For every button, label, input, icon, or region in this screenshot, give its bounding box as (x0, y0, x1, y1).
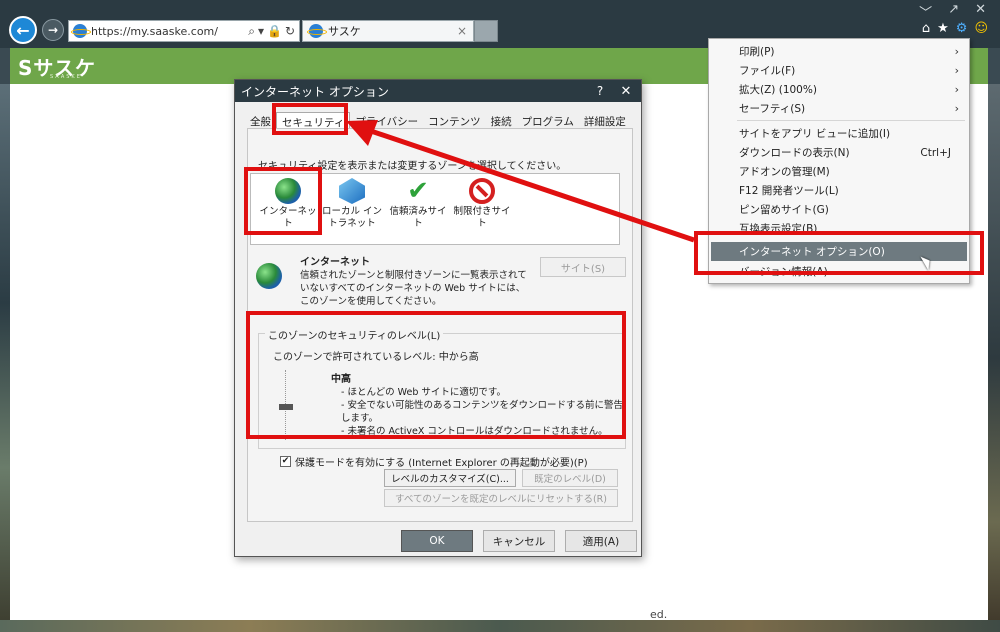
menu-item-label: ピン留めサイト(G) (739, 204, 829, 216)
menu-item-label: アドオンの管理(M) (739, 166, 830, 178)
submenu-arrow-icon: › (954, 64, 959, 77)
address-url[interactable]: https://my.saaske.com/ (91, 25, 244, 38)
zone-restricted-sites[interactable]: 制限付きサイト (449, 178, 515, 230)
new-tab-button[interactable] (474, 20, 498, 42)
zone-description: 信頼されたゾーンと制限付きゾーンに一覧表示されていないすべてのインターネットの … (300, 270, 527, 307)
menu-item-file[interactable]: ファイル(F) › (709, 61, 969, 80)
refresh-icon[interactable]: ↻ (285, 24, 295, 39)
menu-item-label: 拡大(Z) (100%) (739, 84, 817, 96)
tools-gear-icon[interactable]: ⚙ (956, 21, 968, 36)
home-icon[interactable]: ⌂ (922, 21, 930, 36)
dialog-titlebar: インターネット オプション ? ✕ (235, 80, 641, 102)
protected-mode-label: 保護モードを有効にする (Internet Explorer の再起動が必要)(… (295, 458, 588, 469)
menu-item-view-downloads[interactable]: ダウンロードの表示(N) Ctrl+J (709, 143, 969, 162)
protected-mode-checkbox[interactable]: ✔ (280, 456, 291, 467)
back-arrow-icon: ← (16, 20, 30, 40)
submenu-arrow-icon: › (954, 102, 959, 115)
menu-shortcut: Ctrl+J (920, 146, 951, 159)
zone-label: 信頼済みサイト (389, 206, 447, 229)
annotation-box-security-tab (272, 103, 348, 135)
desktop-background-left (0, 84, 10, 632)
desktop-background-right (988, 84, 1000, 632)
apply-button[interactable]: 適用(A) (565, 530, 637, 552)
protected-mode-row[interactable]: ✔ 保護モードを有効にする (Internet Explorer の再起動が必要… (280, 454, 588, 469)
page-text-fragment: ed. (650, 608, 668, 621)
cancel-button[interactable]: キャンセル (483, 530, 555, 552)
annotation-box-security-level (246, 311, 626, 439)
desktop-background-bottom (0, 620, 1000, 632)
menu-item-label: ファイル(F) (739, 65, 796, 77)
annotation-box-internet-options (694, 231, 984, 275)
restricted-icon (469, 178, 495, 204)
selected-zone-name: インターネット (300, 257, 370, 268)
menu-item-label: セーフティ(S) (739, 103, 806, 115)
zone-local-intranet[interactable]: ローカル イントラネット (319, 178, 385, 230)
intranet-icon (339, 178, 365, 204)
menu-item-label: 印刷(P) (739, 46, 775, 58)
restore-icon[interactable]: ↗ (948, 2, 959, 21)
ok-button[interactable]: OK (401, 530, 473, 552)
annotation-box-internet-zone (244, 167, 322, 235)
minimize-icon[interactable]: ﹀ (919, 2, 932, 21)
menu-item-label: サイトをアプリ ビューに追加(I) (739, 128, 891, 140)
menu-item-safety[interactable]: セーフティ(S) › (709, 99, 969, 118)
forward-arrow-icon: → (47, 23, 59, 37)
toolbar-icons: ⌂ ★ ⚙ ☺ (922, 21, 988, 36)
help-button[interactable]: ? (589, 84, 611, 98)
custom-level-button[interactable]: レベルのカスタマイズ(C)... (384, 469, 516, 487)
menu-item-manage-addons[interactable]: アドオンの管理(M) (709, 162, 969, 181)
dialog-title: インターネット オプション (241, 84, 389, 99)
logo-subtext: SAASKE (50, 74, 82, 80)
checkmark-icon: ✔ (407, 176, 429, 206)
logo-mark-icon: S (18, 56, 34, 80)
close-window-icon[interactable]: ✕ (975, 2, 986, 21)
zone-description-area: インターネット 信頼されたゾーンと制限付きゾーンに一覧表示されていないすべてのイ… (256, 253, 626, 313)
globe-icon (256, 263, 282, 289)
tab-title: サスケ (328, 25, 361, 38)
sites-button[interactable]: サイト(S) (540, 257, 626, 277)
menu-item-label: ダウンロードの表示(N) (739, 147, 850, 159)
menu-item-zoom[interactable]: 拡大(Z) (100%) › (709, 80, 969, 99)
menu-separator (737, 120, 965, 121)
dialog-close-button[interactable]: ✕ (611, 84, 641, 99)
menu-item-print[interactable]: 印刷(P) › (709, 42, 969, 61)
tab-close-icon[interactable]: × (457, 24, 473, 38)
default-level-button[interactable]: 既定のレベル(D) (522, 469, 618, 487)
tab-favicon-icon (307, 24, 327, 38)
submenu-arrow-icon: › (954, 45, 959, 58)
address-bar[interactable]: https://my.saaske.com/ ⌕ ▾ 🔒 ↻ (68, 20, 300, 42)
submenu-arrow-icon: › (954, 83, 959, 96)
lock-icon[interactable]: 🔒 (267, 24, 282, 39)
zone-trusted-sites[interactable]: ✔ 信頼済みサイト (385, 178, 451, 230)
ie-logo-icon (71, 24, 91, 38)
back-button[interactable]: ← (9, 16, 37, 44)
search-icon[interactable]: ⌕ (248, 24, 255, 39)
zone-label: ローカル イントラネット (321, 206, 383, 229)
forward-button[interactable]: → (42, 19, 64, 41)
menu-item-add-site-to-apps[interactable]: サイトをアプリ ビューに追加(I) (709, 124, 969, 143)
address-tools: ⌕ ▾ 🔒 ↻ (248, 24, 299, 39)
dropdown-icon[interactable]: ▾ (258, 24, 264, 39)
zone-label: 制限付きサイト (453, 206, 511, 229)
menu-item-f12-devtools[interactable]: F12 開発者ツール(L) (709, 181, 969, 200)
menu-item-label: F12 開発者ツール(L) (739, 185, 839, 197)
window-controls: ﹀ ↗ ✕ (919, 2, 986, 21)
smiley-feedback-icon[interactable]: ☺ (974, 21, 988, 36)
reset-all-zones-button[interactable]: すべてのゾーンを既定のレベルにリセットする(R) (384, 489, 618, 507)
menu-item-pinned-sites[interactable]: ピン留めサイト(G) (709, 200, 969, 219)
browser-tab[interactable]: サスケ × (302, 20, 474, 42)
favorites-star-icon[interactable]: ★ (937, 21, 949, 36)
